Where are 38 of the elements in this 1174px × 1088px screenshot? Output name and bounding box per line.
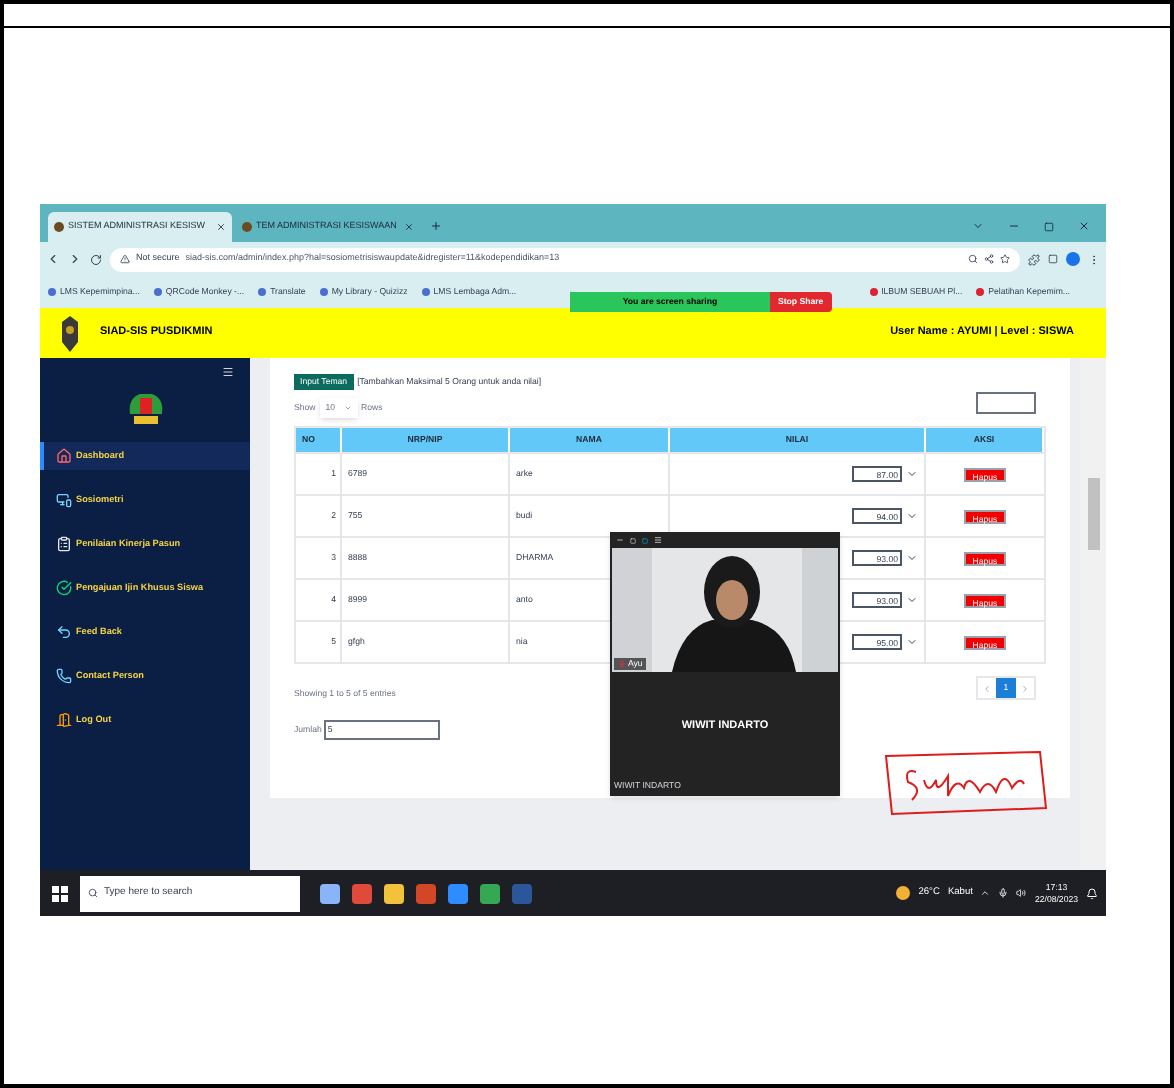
dropdown-icon[interactable] (906, 594, 918, 606)
dropdown-icon[interactable] (906, 552, 918, 564)
reload-icon[interactable] (90, 253, 102, 265)
start-icon[interactable] (52, 885, 68, 901)
menu-item-icon (56, 448, 72, 464)
share-icon[interactable] (984, 254, 994, 264)
notification-icon[interactable] (1086, 887, 1098, 899)
muted-microphone-icon (618, 659, 626, 668)
warning-icon (120, 254, 130, 264)
side-panel-icon[interactable] (1048, 254, 1058, 264)
menu-item-icon (56, 624, 72, 640)
search-icon (88, 888, 98, 898)
menu-item-icon (56, 492, 72, 508)
weather-icon (896, 886, 911, 900)
close-icon[interactable] (1078, 220, 1090, 232)
minimize-icon[interactable] (616, 536, 624, 544)
zoom-icon[interactable] (968, 254, 978, 264)
maximize-icon[interactable] (1044, 221, 1054, 231)
tray-icon[interactable] (980, 888, 991, 898)
gallery-view-icon[interactable] (654, 536, 662, 544)
volume-icon[interactable] (1016, 888, 1027, 898)
profile-avatar[interactable] (1066, 252, 1080, 266)
bookmark-star-icon[interactable] (1000, 254, 1010, 264)
menu-item-icon (56, 580, 72, 596)
shield-logo (60, 315, 80, 351)
hamburger-icon[interactable] (222, 366, 234, 378)
dropdown-icon[interactable] (906, 468, 918, 480)
back-icon[interactable] (46, 252, 60, 266)
extensions-icon[interactable] (1028, 253, 1040, 265)
forward-icon[interactable] (68, 252, 82, 266)
microphone-icon[interactable] (998, 888, 1009, 898)
dropdown-icon[interactable] (906, 636, 918, 648)
menu-item-icon (56, 712, 72, 728)
search-field[interactable] (976, 391, 1036, 413)
new-tab-icon[interactable] (430, 220, 442, 232)
menu-item-icon (56, 668, 72, 684)
dropdown-icon[interactable] (906, 510, 918, 522)
menu-item-icon (56, 536, 72, 552)
